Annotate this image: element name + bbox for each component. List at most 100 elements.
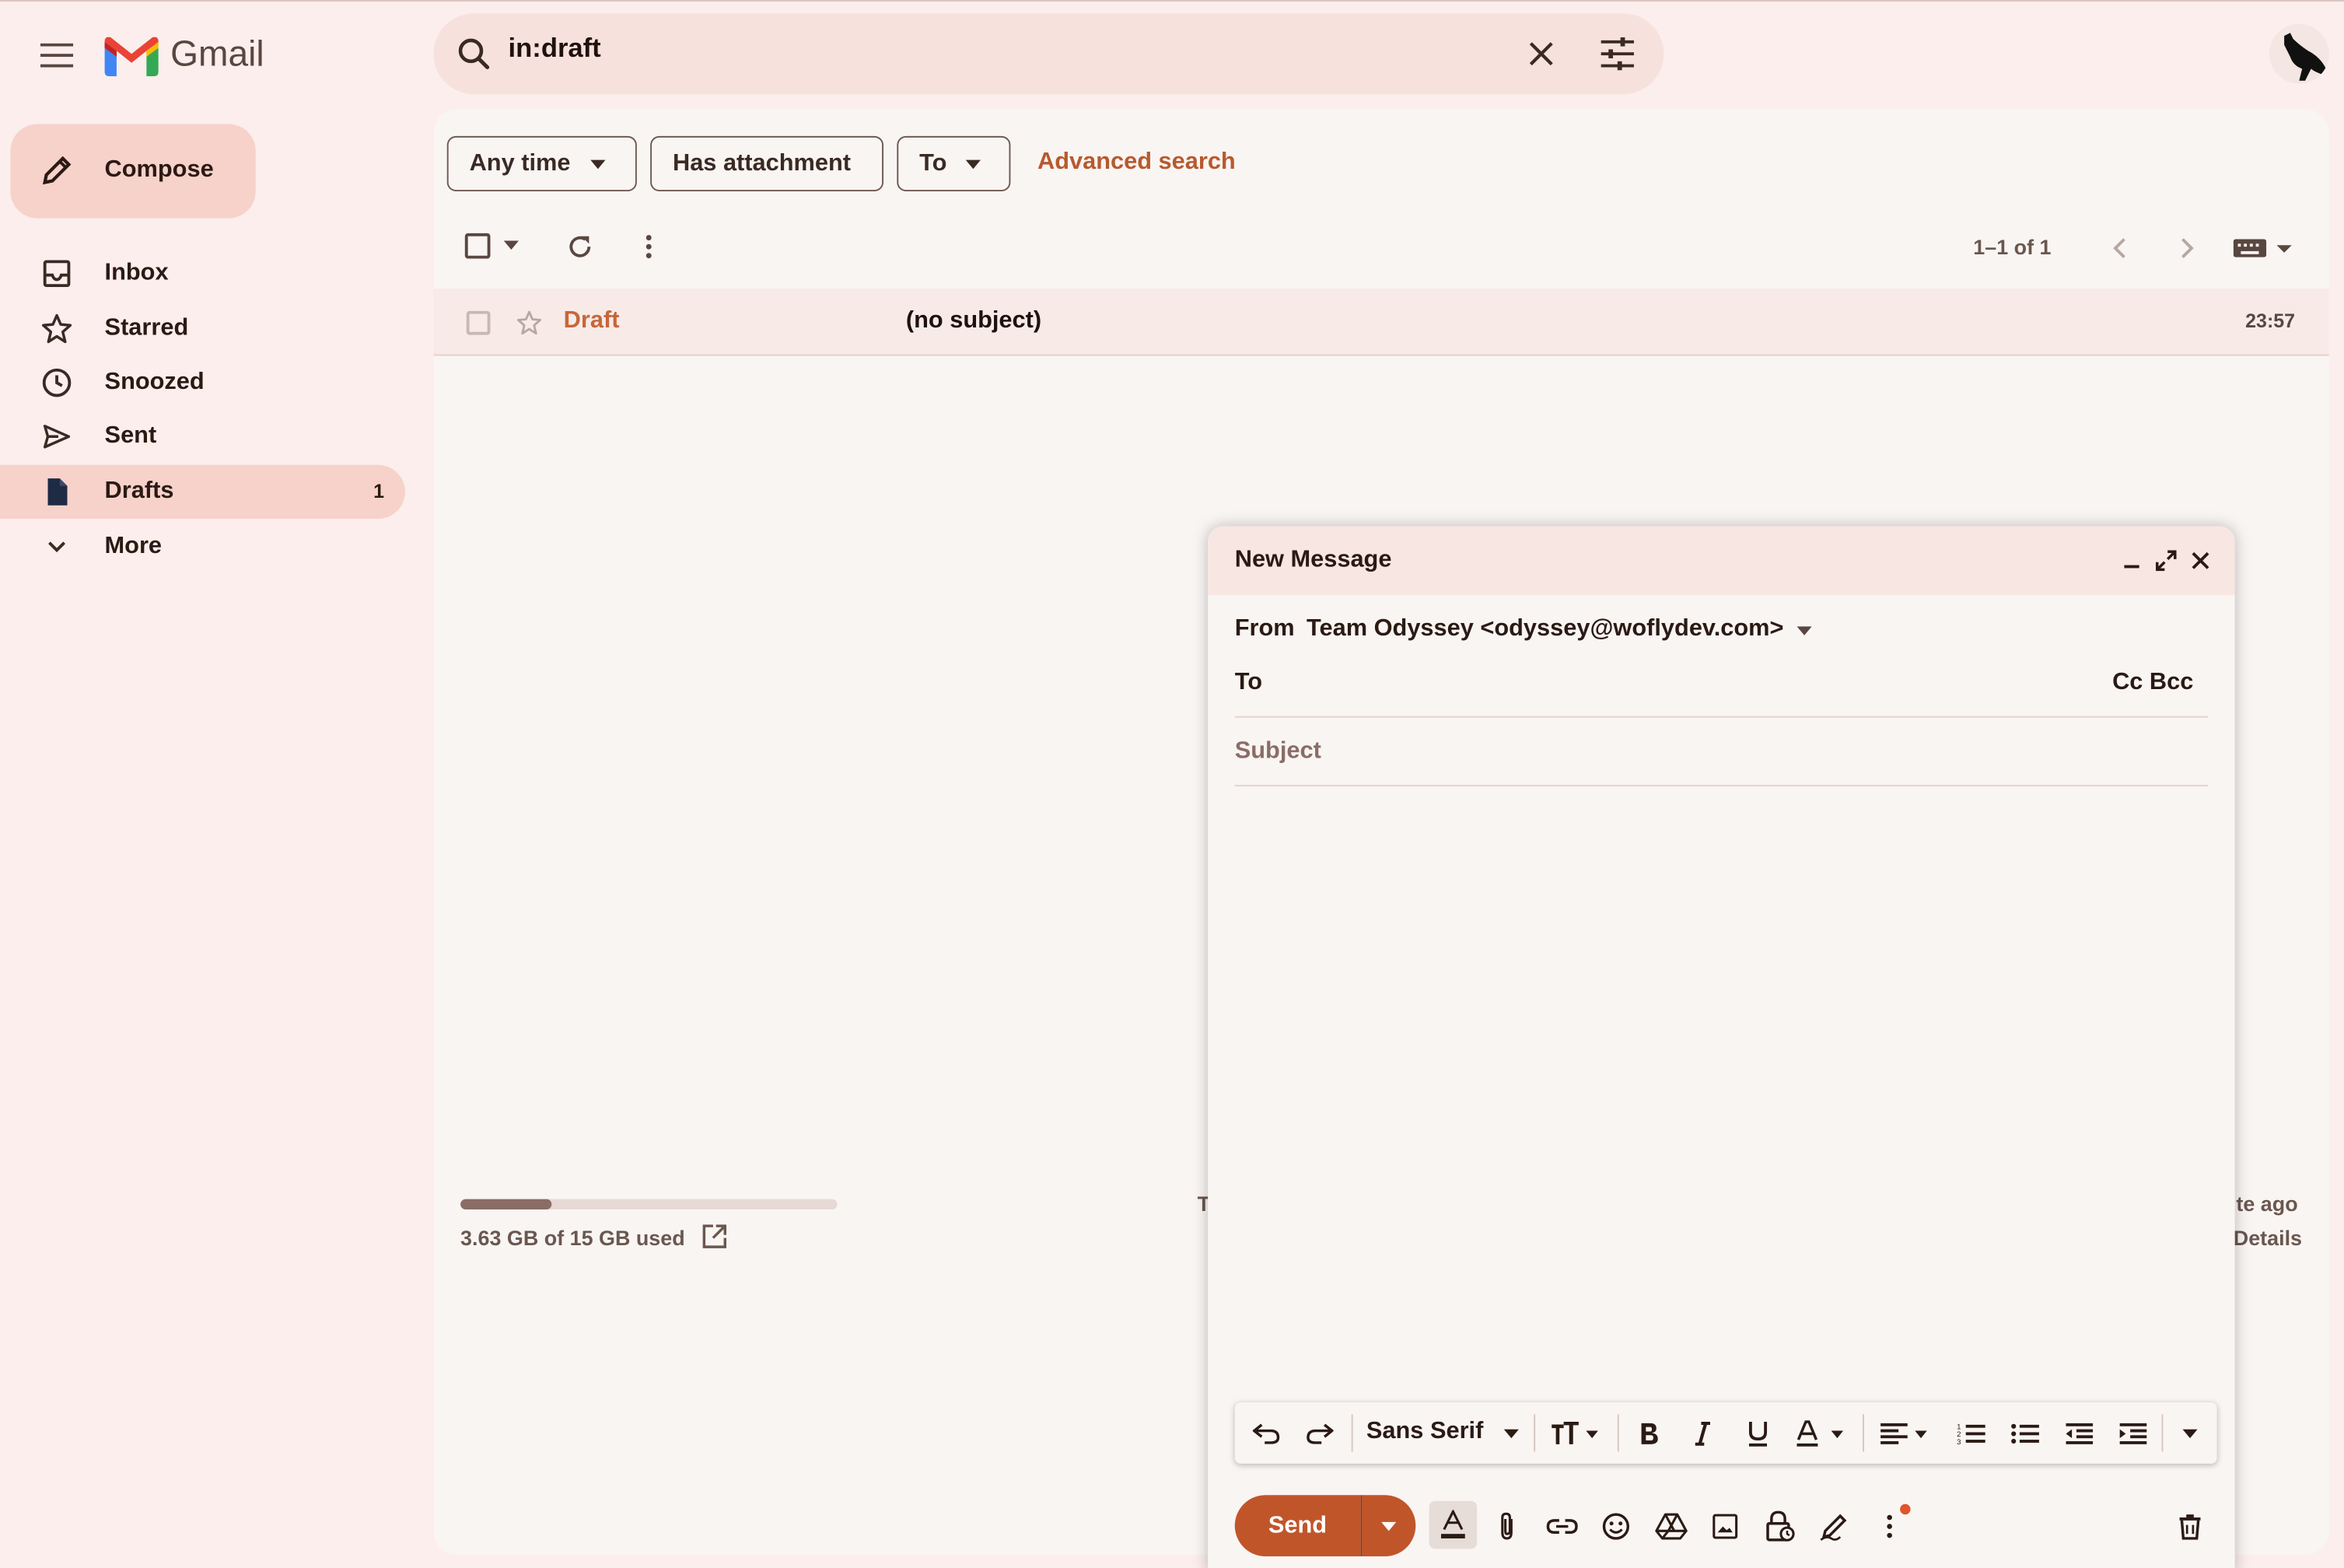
draft-icon — [40, 475, 73, 508]
expand-icon[interactable] — [2153, 548, 2180, 575]
star-icon[interactable] — [511, 305, 547, 341]
search-input[interactable]: in:draft — [509, 33, 601, 64]
clear-search-icon[interactable] — [1519, 31, 1564, 76]
compose-window: New Message From Team Odyssey <odyssey@w… — [1208, 526, 2235, 1568]
discard-draft-icon[interactable] — [2171, 1507, 2209, 1546]
send-icon — [40, 420, 73, 453]
search-options-icon[interactable] — [1594, 30, 1642, 78]
underline-icon[interactable] — [1739, 1414, 1778, 1453]
notification-dot — [1900, 1503, 1911, 1515]
signature-icon[interactable] — [1815, 1507, 1854, 1546]
main-menu-icon[interactable] — [30, 30, 83, 80]
close-icon[interactable] — [2187, 548, 2214, 575]
filter-has-attachment[interactable]: Has attachment — [650, 135, 884, 192]
sidebar-item-sent[interactable]: Sent — [0, 410, 405, 464]
star-icon — [40, 313, 73, 345]
redo-icon[interactable] — [1300, 1414, 1339, 1453]
dropdown-arrow-icon — [589, 159, 605, 169]
to-field[interactable]: To — [1235, 670, 1262, 697]
sidebar-item-label: Starred — [104, 315, 189, 341]
filter-label: To — [919, 150, 947, 176]
compose-button[interactable]: Compose — [10, 124, 256, 219]
dropdown-arrow-icon — [966, 159, 981, 169]
indent-less-icon[interactable] — [2060, 1414, 2099, 1453]
sidebar-item-label: Sent — [104, 422, 157, 449]
divider — [1234, 716, 2209, 718]
drive-icon[interactable] — [1652, 1507, 1691, 1546]
table-row[interactable] — [433, 288, 2329, 356]
emoji-icon[interactable] — [1597, 1507, 1636, 1546]
divider — [1234, 785, 2209, 787]
pagination-text: 1–1 of 1 — [1973, 234, 2052, 259]
storage-fill — [460, 1199, 552, 1210]
refresh-icon[interactable] — [562, 229, 598, 264]
dropdown-arrow-icon[interactable] — [1794, 621, 1815, 642]
divider — [1534, 1414, 1536, 1452]
external-link-icon[interactable] — [700, 1221, 729, 1251]
sidebar-item-starred[interactable]: Starred — [0, 302, 405, 355]
cc-bcc-button[interactable]: Cc Bcc — [2112, 670, 2193, 697]
divider — [1351, 1414, 1353, 1452]
subject-field[interactable]: Subject — [1235, 739, 1321, 766]
footer-details-link[interactable]: Details — [2234, 1226, 2302, 1250]
send-button[interactable]: Send — [1234, 1495, 1361, 1557]
sidebar-item-inbox[interactable]: Inbox — [0, 247, 405, 300]
chevron-right-icon[interactable] — [2169, 230, 2205, 266]
confidential-mode-icon[interactable] — [1761, 1507, 1800, 1546]
filter-label: Has attachment — [672, 150, 852, 176]
row-sender: Draft — [563, 307, 620, 334]
link-icon[interactable] — [1543, 1507, 1582, 1546]
select-all-checkbox[interactable] — [464, 233, 491, 259]
text-size-icon[interactable] — [1546, 1414, 1606, 1453]
font-select[interactable]: Sans Serif — [1366, 1419, 1483, 1446]
from-select[interactable]: Team Odyssey <odyssey@woflydev.com> — [1307, 616, 1783, 643]
pencil-icon — [42, 156, 72, 185]
attach-icon[interactable] — [1488, 1507, 1527, 1546]
sidebar-item-snoozed[interactable]: Snoozed — [0, 355, 405, 409]
sidebar-item-more[interactable]: More — [0, 520, 405, 574]
divider — [1863, 1414, 1864, 1452]
chevron-left-icon[interactable] — [2102, 230, 2138, 266]
sidebar-item-label: Drafts — [104, 478, 174, 504]
sidebar-item-drafts[interactable]: Drafts 1 — [0, 464, 405, 520]
advanced-search-link[interactable]: Advanced search — [1037, 149, 1236, 177]
storage-bar — [460, 1199, 838, 1210]
row-checkbox[interactable] — [466, 310, 491, 335]
chevron-down-icon — [40, 530, 73, 563]
insert-photo-icon[interactable] — [1706, 1507, 1744, 1546]
clock-icon — [40, 366, 73, 399]
svg-text:3: 3 — [1957, 1438, 1961, 1446]
gmail-m-icon — [104, 36, 159, 76]
filter-any-time[interactable]: Any time — [446, 135, 637, 192]
from-label: From — [1234, 615, 1295, 642]
compose-label: Compose — [104, 156, 214, 183]
dropdown-arrow-icon[interactable] — [1492, 1414, 1531, 1453]
schedule-send-icon[interactable] — [1360, 1495, 1416, 1557]
input-tools-icon[interactable] — [2233, 232, 2293, 264]
align-icon[interactable] — [1874, 1414, 1934, 1453]
select-dropdown-icon[interactable] — [502, 236, 520, 254]
account-avatar[interactable] — [2269, 23, 2329, 84]
app-name: Gmail — [170, 34, 264, 75]
text-color-icon[interactable] — [1791, 1414, 1851, 1453]
filter-to[interactable]: To — [897, 135, 1011, 192]
sidebar-item-label: More — [104, 534, 163, 559]
numbered-list-icon[interactable]: 123 — [1952, 1414, 1991, 1453]
formatting-toolbar: Sans Serif 1 2 3 — [1234, 1402, 2217, 1464]
indent-more-icon[interactable] — [2114, 1414, 2153, 1453]
formatting-options-icon[interactable] — [1429, 1500, 1478, 1549]
storage-text: 3.63 GB of 15 GB used — [460, 1226, 685, 1250]
more-formatting-icon[interactable] — [2171, 1414, 2209, 1453]
undo-icon[interactable] — [1247, 1414, 1286, 1453]
row-subject: (no subject) — [905, 307, 1042, 334]
search-bar[interactable] — [433, 13, 1664, 95]
gmail-logo[interactable]: Gmail — [104, 30, 285, 80]
footer-activity: ıte ago — [2230, 1191, 2298, 1216]
row-time: 23:57 — [2245, 309, 2296, 332]
minimize-icon[interactable] — [2118, 548, 2146, 575]
italic-icon[interactable] — [1683, 1414, 1722, 1453]
search-icon[interactable] — [452, 31, 497, 76]
bulleted-list-icon[interactable] — [2006, 1414, 2045, 1453]
bold-icon[interactable] — [1629, 1414, 1668, 1453]
more-options-icon[interactable] — [631, 229, 666, 264]
